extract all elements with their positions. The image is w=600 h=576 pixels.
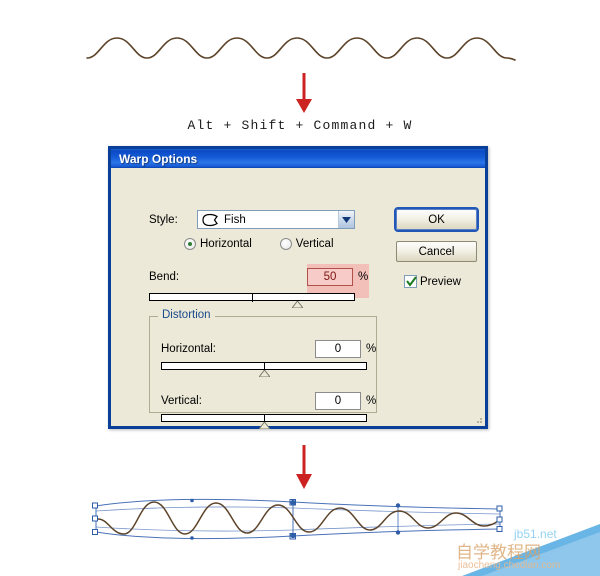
watermark-cn: 自学教程网 [456, 543, 541, 562]
preview-label: Preview [420, 275, 461, 288]
distortion-horizontal-label: Horizontal: [161, 343, 216, 355]
down-arrow-step-2 [296, 445, 312, 489]
radio-vertical[interactable]: Vertical [279, 238, 334, 250]
distortion-vertical-unit: % [366, 395, 377, 407]
style-value: Fish [224, 213, 246, 226]
bend-slider-center-tick [252, 294, 253, 302]
chevron-down-icon[interactable] [338, 211, 354, 228]
bend-unit: % [358, 271, 369, 283]
radio-vertical-label: Vertical [295, 238, 334, 250]
orientation-radio-group: Horizontal Vertical [184, 238, 334, 250]
distortion-vertical-label: Vertical: [161, 395, 202, 407]
cancel-button[interactable]: Cancel [396, 241, 477, 262]
bend-label: Bend: [149, 271, 180, 283]
distortion-horizontal-input[interactable]: 0 [315, 340, 361, 358]
preview-row[interactable]: Preview [404, 275, 461, 288]
resize-grip-icon[interactable] [471, 412, 483, 424]
warped-wave-artwork[interactable] [88, 492, 508, 544]
distortion-vertical-slider-thumb[interactable] [259, 422, 270, 429]
distortion-vertical-input[interactable]: 0 [315, 392, 361, 410]
distortion-vertical-slider[interactable] [161, 414, 367, 430]
distortion-horizontal-slider[interactable] [161, 362, 367, 378]
bend-row: Bend: 50 % [149, 268, 368, 286]
style-label: Style: [149, 213, 178, 226]
distortion-horizontal-slider-thumb[interactable] [259, 370, 270, 377]
bend-input[interactable]: 50 [307, 268, 353, 286]
dialog-body: Style: Fish Horizontal Vertical Bend: 50… [111, 168, 485, 429]
dialog-title: Warp Options [119, 151, 198, 166]
ok-button[interactable]: OK [394, 207, 479, 232]
distortion-vertical-row: Vertical: 0 % [161, 392, 376, 410]
radio-horizontal-label: Horizontal [200, 238, 252, 250]
watermark-site: jb51.net [513, 527, 557, 541]
keyboard-shortcut-caption: Alt + Shift + Command + W [187, 118, 413, 133]
warp-options-dialog: Warp Options Style: Fish Horizontal Vert… [108, 146, 488, 429]
dialog-titlebar[interactable]: Warp Options [108, 146, 488, 168]
distortion-vertical-slider-track[interactable] [161, 414, 367, 423]
distortion-title: Distortion [158, 309, 215, 321]
figure-stage: Alt + Shift + Command + W Warp Options S… [0, 0, 600, 576]
style-combobox[interactable]: Fish [197, 210, 355, 229]
watermark-url: jiaocheng.chedian.com [457, 560, 560, 571]
bend-slider-thumb[interactable] [292, 301, 304, 308]
distortion-horizontal-row: Horizontal: 0 % [161, 340, 376, 358]
bend-slider-track[interactable] [149, 293, 355, 302]
original-wave-artwork [86, 37, 516, 61]
selection-anchor-handles [92, 498, 503, 540]
bend-slider[interactable] [149, 293, 355, 309]
radio-horizontal-dot[interactable] [184, 238, 196, 250]
warp-fish-icon [202, 213, 218, 226]
down-arrow-step-1 [296, 73, 312, 113]
radio-horizontal[interactable]: Horizontal [184, 238, 252, 250]
distortion-horizontal-unit: % [366, 343, 377, 355]
preview-checkbox[interactable] [404, 275, 417, 288]
distortion-horizontal-slider-track[interactable] [161, 362, 367, 371]
radio-vertical-dot[interactable] [279, 238, 292, 250]
style-row: Style: Fish [149, 210, 355, 229]
